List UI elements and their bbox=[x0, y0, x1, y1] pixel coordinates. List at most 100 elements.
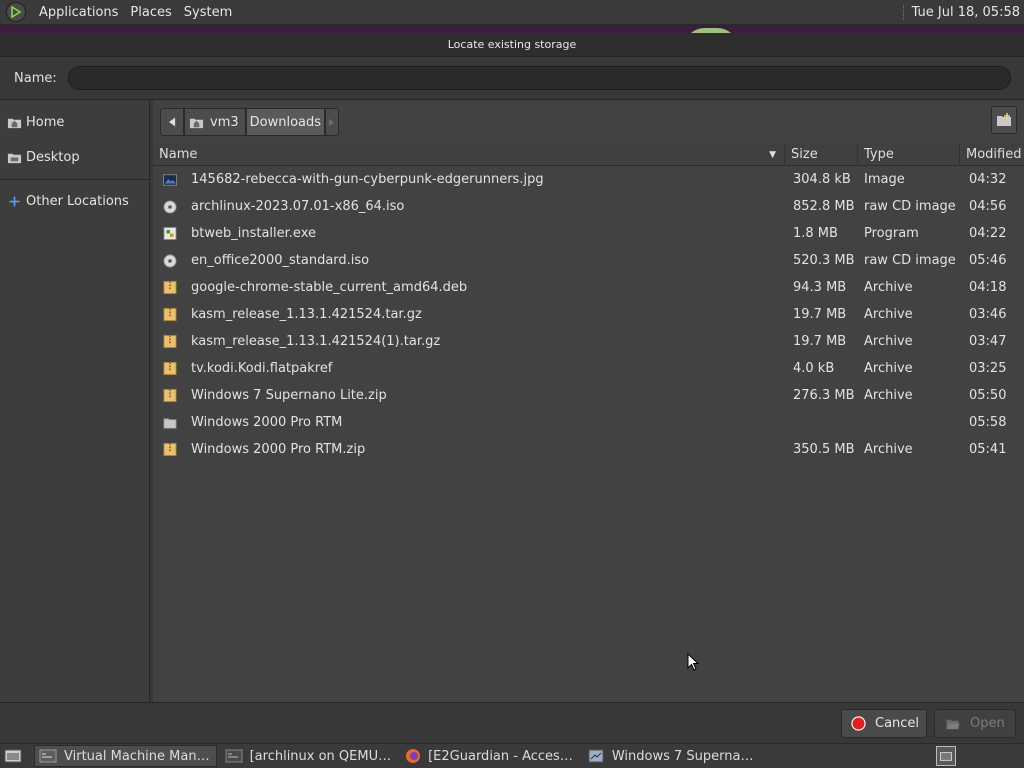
places-sidebar: Home Desktop Other Locations bbox=[0, 100, 150, 702]
file-name: Windows 2000 Pro RTM.zip bbox=[191, 442, 366, 457]
file-size: 19.7 MB bbox=[793, 334, 847, 349]
file-name-cell: archlinux-2023.07.01-x86_64.iso bbox=[153, 199, 785, 215]
file-modified: 05:41 bbox=[969, 442, 1007, 457]
file-type: Archive bbox=[864, 442, 913, 457]
cancel-button[interactable]: Cancel bbox=[841, 709, 927, 738]
places-menu[interactable]: Places bbox=[124, 0, 177, 25]
file-modified: 04:18 bbox=[969, 280, 1007, 295]
task-label: [archlinux on QEMU… bbox=[249, 748, 392, 764]
vm-manager-icon bbox=[39, 749, 57, 763]
archive-icon bbox=[162, 280, 178, 296]
file-type: Archive bbox=[864, 334, 913, 349]
home-folder-icon bbox=[6, 115, 22, 131]
mouse-cursor-icon bbox=[687, 653, 699, 671]
top-panel: Applications Places System Tue Jul 18, 0… bbox=[0, 0, 1024, 25]
file-type: Archive bbox=[864, 388, 913, 403]
path-forward-button[interactable] bbox=[325, 108, 340, 136]
folder-icon bbox=[162, 415, 178, 431]
column-name-label: Name bbox=[159, 147, 198, 162]
file-row[interactable]: kasm_release_1.13.1.421524.tar.gz 19.7 MB… bbox=[153, 301, 1024, 328]
file-name-cell: en_office2000_standard.iso bbox=[153, 253, 785, 269]
disc-image-icon bbox=[162, 199, 178, 215]
file-modified: 05:46 bbox=[969, 253, 1007, 268]
column-name[interactable]: Name ▼ bbox=[153, 144, 785, 166]
path-current-button[interactable]: Downloads bbox=[245, 108, 326, 136]
stop-icon bbox=[851, 716, 866, 731]
applications-menu[interactable]: Applications bbox=[33, 0, 124, 25]
file-type: Program bbox=[864, 226, 919, 241]
file-name-cell: kasm_release_1.13.1.421524.tar.gz bbox=[153, 307, 785, 323]
show-desktop-button[interactable] bbox=[2, 745, 24, 767]
file-row[interactable]: Windows 2000 Pro RTM.zip 350.5 MB Archive 0… bbox=[153, 436, 1024, 463]
file-name-cell: Windows 7 Supernano Lite.zip bbox=[153, 388, 785, 404]
file-type: Archive bbox=[864, 361, 913, 376]
firefox-icon bbox=[405, 748, 421, 764]
file-row[interactable]: Windows 7 Supernano Lite.zip 276.3 MB Arch… bbox=[153, 382, 1024, 409]
column-type[interactable]: Type bbox=[858, 144, 960, 166]
file-name: btweb_installer.exe bbox=[191, 226, 316, 241]
workspace-switcher[interactable] bbox=[936, 746, 956, 766]
task-e2guardian[interactable]: [E2Guardian - Acces… bbox=[401, 745, 579, 767]
clock[interactable]: Tue Jul 18, 05:58 bbox=[902, 4, 1024, 20]
task-windows7-supernano[interactable]: Windows 7 Superna… bbox=[583, 745, 760, 767]
file-rows: 145682-rebecca-with-gun-cyberpunk-edgeru… bbox=[153, 166, 1024, 463]
open-button[interactable]: Open bbox=[934, 709, 1016, 738]
file-row[interactable]: kasm_release_1.13.1.421524(1).tar.gz 19.7… bbox=[153, 328, 1024, 355]
file-name: tv.kodi.Kodi.flatpakref bbox=[191, 361, 333, 376]
file-size: 19.7 MB bbox=[793, 307, 847, 322]
file-row[interactable]: archlinux-2023.07.01-x86_64.iso 852.8 MB r… bbox=[153, 193, 1024, 220]
show-desktop-icon bbox=[4, 749, 22, 763]
sidebar-item-label: Other Locations bbox=[26, 194, 129, 209]
file-type: Image bbox=[864, 172, 905, 187]
path-home-button[interactable]: vm3 bbox=[184, 108, 246, 136]
task-archlinux-qemu[interactable]: [archlinux on QEMU… bbox=[221, 745, 398, 767]
taskbar: Virtual Machine Man… [archlinux on QEMU…… bbox=[0, 743, 1024, 768]
file-modified: 03:46 bbox=[969, 307, 1007, 322]
column-size[interactable]: Size bbox=[785, 144, 858, 166]
disc-image-icon bbox=[162, 253, 178, 269]
archive-icon bbox=[162, 361, 178, 377]
task-label: Windows 7 Superna… bbox=[611, 748, 754, 764]
new-folder-icon bbox=[997, 113, 1011, 126]
file-row[interactable]: google-chrome-stable_current_amd64.deb 94… bbox=[153, 274, 1024, 301]
home-folder-icon bbox=[189, 115, 204, 130]
system-menu[interactable]: System bbox=[178, 0, 238, 25]
path-back-button[interactable] bbox=[160, 108, 184, 136]
new-folder-button[interactable] bbox=[991, 106, 1017, 134]
file-name: Windows 2000 Pro RTM bbox=[191, 415, 343, 430]
desktop-background bbox=[0, 25, 1024, 33]
name-row: Name: bbox=[0, 57, 1024, 99]
file-name: google-chrome-stable_current_amd64.deb bbox=[191, 280, 468, 295]
file-row[interactable]: tv.kodi.Kodi.flatpakref 4.0 kB Archive 03:2… bbox=[153, 355, 1024, 382]
name-input[interactable] bbox=[68, 66, 1011, 90]
file-size: 852.8 MB bbox=[793, 199, 855, 214]
path-bar: vm3 Downloads bbox=[153, 100, 1024, 144]
sidebar-item-other-locations[interactable]: Other Locations bbox=[0, 184, 149, 219]
path-home-label: vm3 bbox=[210, 114, 239, 130]
column-header: Name ▼ Size Type Modified bbox=[153, 144, 1024, 166]
name-label: Name: bbox=[14, 70, 57, 86]
dialog-title: Locate existing storage bbox=[0, 33, 1024, 57]
column-modified[interactable]: Modified bbox=[960, 144, 1024, 166]
file-modified: 05:58 bbox=[969, 415, 1007, 430]
file-type: Archive bbox=[864, 307, 913, 322]
file-browser-pane: vm3 Downloads Name ▼ Size Type Modified … bbox=[153, 100, 1024, 702]
file-type: Archive bbox=[864, 280, 913, 295]
sidebar-item-label: Home bbox=[26, 115, 65, 130]
sidebar-item-home[interactable]: Home bbox=[0, 105, 149, 140]
file-row[interactable]: en_office2000_standard.iso 520.3 MB raw CD… bbox=[153, 247, 1024, 274]
file-name-cell: tv.kodi.Kodi.flatpakref bbox=[153, 361, 785, 377]
file-type: raw CD image bbox=[864, 199, 956, 214]
menu-logo-icon[interactable] bbox=[6, 2, 26, 22]
file-name-cell: btweb_installer.exe bbox=[153, 226, 785, 242]
file-size: 304.8 kB bbox=[793, 172, 851, 187]
image-file-icon bbox=[162, 172, 178, 188]
task-virtual-machine-manager[interactable]: Virtual Machine Man… bbox=[34, 745, 217, 767]
sidebar-item-desktop[interactable]: Desktop bbox=[0, 140, 149, 175]
file-row[interactable]: btweb_installer.exe 1.8 MB Program 04:22 bbox=[153, 220, 1024, 247]
file-row[interactable]: 145682-rebecca-with-gun-cyberpunk-edgeru… bbox=[153, 166, 1024, 193]
file-row[interactable]: Windows 2000 Pro RTM 05:58 bbox=[153, 409, 1024, 436]
file-size: 350.5 MB bbox=[793, 442, 855, 457]
cancel-label: Cancel bbox=[875, 716, 920, 731]
file-chooser-dialog: Locate existing storage Name: Home Deskt… bbox=[0, 33, 1024, 743]
